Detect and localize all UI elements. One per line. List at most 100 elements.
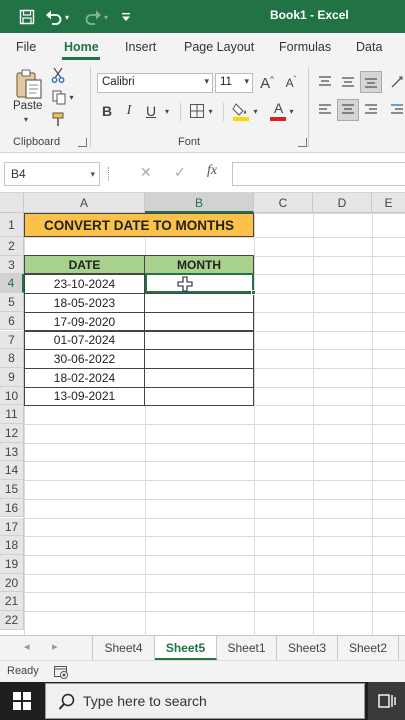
sheet-tab-sheet3[interactable]: Sheet3 [277, 636, 338, 660]
orientation-icon[interactable] [389, 73, 405, 91]
align-left-icon[interactable] [316, 101, 334, 119]
date-cell[interactable]: 13-09-2021 [24, 386, 145, 407]
header-cell-month[interactable]: MONTH [144, 255, 254, 274]
customize-toolbar-icon[interactable] [118, 6, 134, 28]
date-cell[interactable]: 18-05-2023 [24, 293, 145, 313]
date-cell[interactable]: 01-07-2024 [24, 330, 145, 351]
month-cell[interactable] [144, 311, 254, 332]
taskbar-search-box[interactable]: Type here to search [45, 683, 365, 719]
month-cell[interactable] [144, 293, 254, 313]
undo-icon[interactable]: ▾ [44, 6, 70, 28]
active-cell-b4[interactable] [145, 273, 254, 293]
indent-icon[interactable] [389, 101, 405, 119]
row-header-21[interactable]: 21 [0, 592, 24, 611]
sheet-tab-sheet2[interactable]: Sheet2 [338, 636, 399, 660]
row-header-12[interactable]: 12 [0, 424, 24, 443]
month-cell[interactable] [144, 349, 254, 369]
column-header-e[interactable]: E [372, 193, 405, 213]
row-header-10[interactable]: 10 [0, 386, 24, 406]
paste-icon[interactable] [12, 67, 46, 101]
header-cell-date[interactable]: DATE [24, 255, 145, 274]
row-header-19[interactable]: 19 [0, 554, 24, 574]
formula-bar-grip[interactable] [108, 167, 112, 181]
font-size-select[interactable]: 11 ▾ [215, 73, 253, 93]
sheet-tab-sheet4[interactable]: Sheet4 [93, 636, 155, 660]
format-painter-icon[interactable] [50, 111, 66, 127]
align-top-icon[interactable] [316, 73, 334, 91]
row-header-8[interactable]: 8 [0, 349, 24, 368]
paste-button-label[interactable]: Paste [13, 100, 42, 112]
font-color-icon[interactable]: A ▾ [266, 99, 298, 123]
italic-button[interactable]: I [122, 101, 136, 121]
decrease-font-size-icon[interactable]: Aˇ [282, 73, 300, 93]
row-header-11[interactable]: 11 [0, 405, 24, 424]
month-cell[interactable] [144, 330, 254, 351]
column-header-b[interactable]: B [145, 193, 254, 213]
row-header-15[interactable]: 15 [0, 480, 24, 499]
underline-dropdown-icon[interactable]: ▾ [161, 101, 173, 121]
scroll-right-icon[interactable]: ▸ [52, 640, 58, 653]
sheet-tab-sheet1[interactable]: Sheet1 [217, 636, 277, 660]
font-launcher-icon[interactable] [298, 138, 307, 147]
enter-icon[interactable]: ✓ [174, 164, 186, 181]
column-header-a[interactable]: A [24, 193, 145, 213]
row-header-18[interactable]: 18 [0, 536, 24, 555]
align-middle-icon[interactable] [339, 73, 357, 91]
date-cell[interactable]: 30-06-2022 [24, 349, 145, 369]
increase-font-size-icon[interactable]: A ^ [258, 73, 276, 93]
row-header-3[interactable]: 3 [0, 255, 24, 275]
month-cell[interactable] [144, 386, 254, 407]
save-icon[interactable] [16, 6, 38, 28]
row-header-14[interactable]: 14 [0, 461, 24, 481]
tab-formulas[interactable]: Formulas [279, 40, 331, 54]
select-all-corner[interactable] [0, 193, 24, 213]
date-cell[interactable]: 17-09-2020 [24, 311, 145, 332]
tab-insert[interactable]: Insert [125, 40, 156, 54]
sheet-tab-sheet5[interactable]: Sheet5 [155, 636, 217, 660]
insert-function-button[interactable]: fx [207, 163, 217, 179]
row-header-20[interactable]: 20 [0, 573, 24, 593]
align-center-icon[interactable] [337, 99, 359, 121]
row-header-5[interactable]: 5 [0, 293, 24, 312]
scroll-left-icon[interactable]: ◂ [24, 640, 30, 653]
copy-icon[interactable]: ▾ [50, 89, 76, 105]
row-header-13[interactable]: 13 [0, 442, 24, 462]
macro-recording-icon[interactable] [53, 664, 69, 680]
windows-start-icon[interactable] [13, 692, 31, 710]
underline-button[interactable]: U [143, 101, 159, 121]
formula-input[interactable] [232, 162, 405, 186]
font-family-select[interactable]: Calibri ▾ [97, 73, 213, 93]
date-cell[interactable]: 18-02-2024 [24, 367, 145, 388]
fill-handle[interactable] [251, 290, 256, 295]
name-box[interactable]: B4 ▾ [4, 162, 100, 186]
column-header-c[interactable]: C [254, 193, 313, 213]
paste-dropdown-icon[interactable]: ▾ [24, 115, 28, 124]
tab-page-layout[interactable]: Page Layout [184, 40, 254, 54]
sheet-title-cell[interactable]: CONVERT DATE TO MONTHS [24, 213, 254, 237]
cancel-icon[interactable]: ✕ [140, 164, 152, 181]
bold-button[interactable]: B [99, 101, 115, 121]
date-cell[interactable]: 23-10-2024 [24, 274, 145, 295]
borders-icon[interactable]: ▾ [186, 101, 216, 121]
row-header-16[interactable]: 16 [0, 498, 24, 518]
fill-color-icon[interactable]: ▾ [229, 99, 261, 123]
month-cell[interactable] [144, 367, 254, 388]
tab-file[interactable]: File [16, 40, 36, 54]
row-header-7[interactable]: 7 [0, 330, 24, 350]
column-header-d[interactable]: D [313, 193, 372, 213]
row-header-4[interactable]: 4 [0, 274, 24, 294]
align-right-icon[interactable] [362, 101, 380, 119]
align-bottom-icon[interactable] [360, 71, 382, 93]
tab-home[interactable]: Home [64, 40, 99, 54]
row-header-1[interactable]: 1 [0, 213, 24, 237]
row-header-17[interactable]: 17 [0, 517, 24, 537]
cut-icon[interactable] [50, 67, 66, 83]
row-header-9[interactable]: 9 [0, 367, 24, 387]
redo-icon[interactable]: ▾ [82, 6, 110, 28]
row-header-6[interactable]: 6 [0, 311, 24, 331]
row-header-22[interactable]: 22 [0, 611, 24, 630]
tab-data[interactable]: Data [356, 40, 382, 54]
clipboard-launcher-icon[interactable] [78, 138, 87, 147]
row-header-2[interactable]: 2 [0, 237, 24, 256]
task-view-button[interactable] [368, 682, 405, 720]
